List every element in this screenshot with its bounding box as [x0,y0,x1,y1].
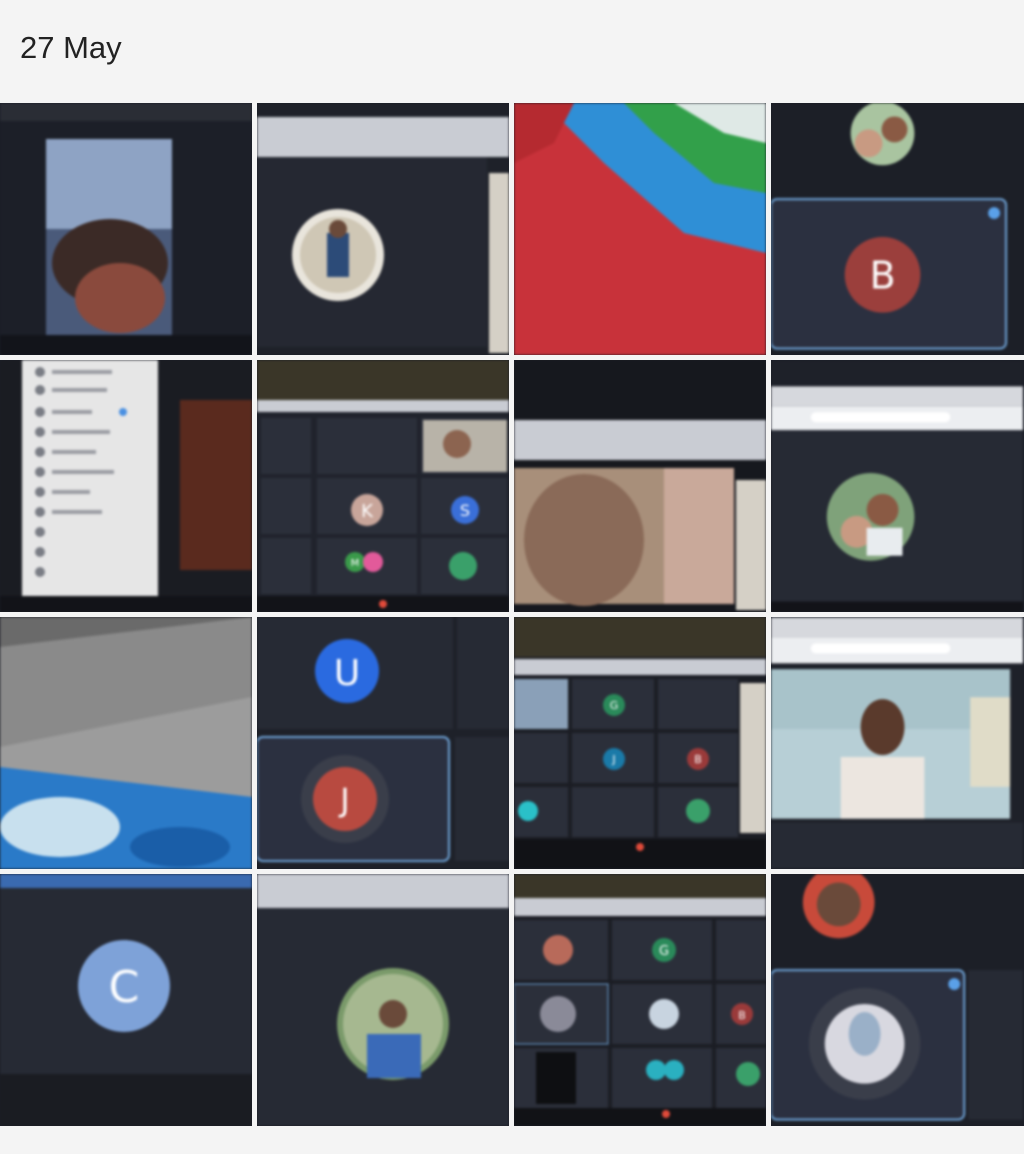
photo-thumbnail[interactable] [771,617,1024,869]
photo-meet-avatar-c: C [0,874,252,1126]
photo-meet-browser-speaker [771,617,1023,869]
photo-meet-self-view [0,103,252,355]
photo-thumbnail[interactable] [771,360,1024,612]
photo-participant-list [0,360,252,612]
photo-thumbnail[interactable] [0,617,252,869]
photo-thumbnail[interactable] [514,103,766,355]
photo-thumbnail[interactable] [514,360,766,612]
photo-thumbnail[interactable] [257,103,509,355]
photo-meet-avatar-u-j: U J [257,617,509,869]
photo-thumbnail[interactable]: B [771,103,1024,355]
photo-meet-participant-photo [257,874,509,1126]
photo-thumbnail[interactable]: K S M [257,360,509,612]
photo-meet-participant [257,103,509,355]
photo-thumbnail[interactable]: C [0,874,252,1126]
avatar-letter: G [659,944,669,959]
avatar-letter: B [738,1009,746,1022]
avatar-letter: B [870,254,896,298]
photo-thumbnail[interactable]: U J [257,617,509,869]
photo-thumbnail[interactable] [771,874,1024,1126]
photo-meet-highlighted-participant [771,874,1023,1126]
avatar-letter: J [338,781,349,819]
photo-meet-avatar-b: B [771,103,1023,355]
avatar-letter: K [361,501,374,522]
photo-blurry-surface [0,617,252,869]
avatar-letter: J [611,753,615,766]
avatar-letter: S [460,501,470,520]
photo-meet-grid-k: K S M [257,360,509,612]
avatar-letter: M [351,558,360,569]
photo-meet-grid-g2: G B [514,874,766,1126]
photo-thumbnail[interactable]: G B [514,874,766,1126]
photo-grid: B K S M U J G J B C G B [0,103,1024,1127]
photo-meet-grid-g: G J B [514,617,766,869]
avatar-letter: B [694,753,702,766]
avatar-letter: C [109,962,140,1013]
photo-thumbnail[interactable] [257,874,509,1126]
photo-meet-close-face [514,360,766,612]
photo-thumbnail[interactable]: G J B [514,617,766,869]
photo-thumbnail[interactable] [0,360,252,612]
photo-blurry-fabric [514,103,766,355]
avatar-letter: G [610,699,619,712]
avatar-letter: U [334,653,360,694]
gallery-footer-spacer [0,1127,1024,1154]
photo-meet-browser-avatar [771,360,1023,612]
gallery-header: 27 May [0,0,1024,100]
photo-thumbnail[interactable] [0,103,252,355]
date-section-label: 27 May [20,30,122,65]
